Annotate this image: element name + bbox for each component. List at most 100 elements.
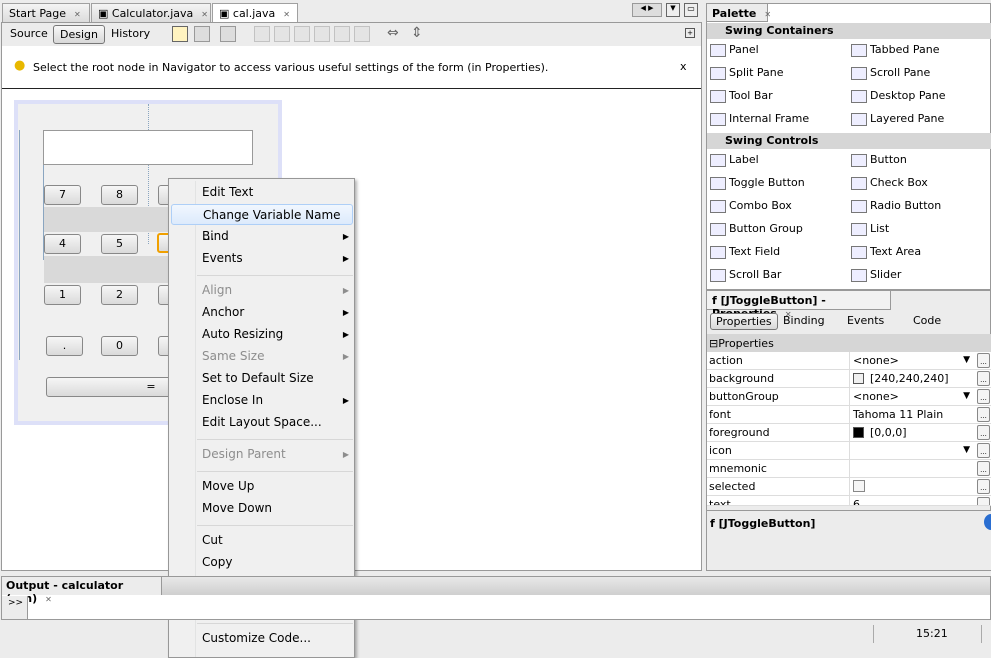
menu-item-set-to-default-size[interactable]: Set to Default Size: [171, 368, 353, 389]
dropdown-arrow-icon[interactable]: ▼: [963, 355, 970, 365]
property-row-icon[interactable]: icon ▼...: [707, 442, 991, 460]
palette-item-toggle-button[interactable]: Toggle Button: [707, 174, 805, 192]
palette-item-tabbed-pane[interactable]: Tabbed Pane: [848, 41, 939, 59]
palette-section-header[interactable]: Swing Containers: [707, 23, 991, 39]
resize-vertical-icon[interactable]: ⇕: [411, 25, 423, 41]
tab-cal-java[interactable]: ▣ cal.java ✕: [212, 3, 298, 22]
property-value[interactable]: [849, 478, 976, 495]
property-row-action[interactable]: action <none> ▼...: [707, 352, 991, 370]
selected-checkbox[interactable]: [853, 480, 865, 492]
property-value[interactable]: <none> ▼: [849, 388, 976, 405]
dropdown-arrow-icon[interactable]: ▼: [963, 445, 970, 455]
ellipsis-button[interactable]: ...: [977, 353, 990, 368]
menu-item-same-size[interactable]: Same Size ▶: [171, 346, 353, 367]
help-icon[interactable]: [984, 514, 991, 530]
property-value[interactable]: <none> ▼: [849, 352, 976, 369]
ellipsis-button[interactable]: ...: [977, 497, 990, 505]
menu-item-auto-resizing[interactable]: Auto Resizing ▶: [171, 324, 353, 345]
ellipsis-button[interactable]: ...: [977, 443, 990, 458]
display-textfield[interactable]: [43, 130, 253, 165]
selection-mode-icon[interactable]: [172, 26, 188, 42]
ellipsis-button[interactable]: ...: [977, 479, 990, 494]
tab-calculator-java[interactable]: ▣ Calculator.java ✕: [91, 3, 211, 22]
tab-start-page[interactable]: Start Page ✕: [2, 3, 90, 22]
palette-item-tool-bar[interactable]: Tool Bar: [707, 87, 773, 105]
palette-item-check-box[interactable]: Check Box: [848, 174, 928, 192]
palette-item-internal-frame[interactable]: Internal Frame: [707, 110, 809, 128]
resize-horizontal-icon[interactable]: ⇔: [387, 25, 399, 41]
palette-section-header[interactable]: Swing Controls: [707, 133, 991, 149]
palette-item-layered-pane[interactable]: Layered Pane: [848, 110, 944, 128]
properties-subtab-code[interactable]: Code: [908, 313, 946, 330]
palette-item-desktop-pane[interactable]: Desktop Pane: [848, 87, 945, 105]
properties-subtab-events[interactable]: Events: [842, 313, 889, 330]
palette-item-text-area[interactable]: Text Area: [848, 243, 921, 261]
connection-mode-icon[interactable]: [194, 26, 210, 42]
close-icon[interactable]: ✕: [764, 10, 771, 19]
output-tab[interactable]: Output - calculator (run)✕: [2, 577, 162, 605]
menu-item-anchor[interactable]: Anchor ▶: [171, 302, 353, 323]
property-row-buttongroup[interactable]: buttonGroup <none> ▼...: [707, 388, 991, 406]
expand-toolbar-button[interactable]: >>: [8, 598, 23, 608]
info-close-button[interactable]: x: [680, 60, 687, 73]
palette-item-scroll-pane[interactable]: Scroll Pane: [848, 64, 930, 82]
button-7[interactable]: 7: [44, 185, 81, 205]
properties-subtab-binding[interactable]: Binding: [778, 313, 830, 330]
menu-item-edit-text[interactable]: Edit Text: [171, 182, 353, 203]
menu-item-change-variable-name[interactable]: Change Variable Name ...: [171, 204, 353, 243]
ellipsis-button[interactable]: ...: [977, 425, 990, 440]
property-value[interactable]: Tahoma 11 Plain: [849, 406, 976, 423]
menu-item-customize-code[interactable]: Customize Code...: [171, 628, 353, 649]
property-row-foreground[interactable]: foreground [0,0,0]...: [707, 424, 991, 442]
menu-item-events[interactable]: Events ▶: [171, 248, 353, 269]
close-icon[interactable]: ✕: [74, 10, 81, 19]
menu-item-design-parent[interactable]: Design Parent ▶: [171, 444, 353, 465]
palette-item-scroll-bar[interactable]: Scroll Bar: [707, 266, 781, 284]
property-value[interactable]: [240,240,240]: [849, 370, 976, 387]
palette-item-button[interactable]: Button: [848, 151, 907, 169]
menu-item-bind[interactable]: Bind ▶: [171, 226, 353, 247]
property-row-selected[interactable]: selected...: [707, 478, 991, 496]
palette-item-text-field[interactable]: Text Field: [707, 243, 780, 261]
button-2[interactable]: 2: [101, 285, 138, 305]
properties-tab[interactable]: f [JToggleButton] - Properties✕: [706, 290, 891, 320]
palette-item-split-pane[interactable]: Split Pane: [707, 64, 784, 82]
button-1[interactable]: 1: [44, 285, 81, 305]
palette-item-combo-box[interactable]: Combo Box: [707, 197, 792, 215]
palette-item-list[interactable]: List: [848, 220, 889, 238]
property-row-background[interactable]: background [240,240,240]...: [707, 370, 991, 388]
scroll-tabs-button[interactable]: ◀ ▶: [632, 3, 662, 17]
palette-item-button-group[interactable]: Button Group: [707, 220, 803, 238]
ellipsis-button[interactable]: ...: [977, 461, 990, 476]
button-4[interactable]: 4: [44, 234, 81, 254]
property-value[interactable]: [0,0,0]: [849, 424, 976, 441]
ellipsis-button[interactable]: ...: [977, 371, 990, 386]
palette-item-panel[interactable]: Panel: [707, 41, 759, 59]
property-value[interactable]: [849, 460, 976, 477]
property-row-text[interactable]: text 6...: [707, 496, 991, 506]
ellipsis-button[interactable]: ...: [977, 389, 990, 404]
property-row-font[interactable]: font Tahoma 11 Plain...: [707, 406, 991, 424]
history-button[interactable]: History: [105, 25, 156, 44]
design-button[interactable]: Design: [53, 25, 105, 44]
tab-list-button[interactable]: ▼: [666, 3, 680, 17]
button-8[interactable]: 8: [101, 185, 138, 205]
close-icon[interactable]: ✕: [283, 10, 290, 19]
palette-tab[interactable]: Palette ✕: [706, 3, 771, 22]
maximize-button[interactable]: ▭: [684, 3, 698, 17]
close-icon[interactable]: ✕: [45, 595, 52, 604]
palette-item-slider[interactable]: Slider: [848, 266, 901, 284]
palette-item-label[interactable]: Label: [707, 151, 759, 169]
menu-item-copy[interactable]: Copy: [171, 552, 353, 573]
properties-subtab-properties[interactable]: Properties: [710, 313, 778, 330]
menu-item-edit-layout-space[interactable]: Edit Layout Space...: [171, 412, 353, 433]
ellipsis-button[interactable]: ...: [977, 407, 990, 422]
property-value[interactable]: ▼: [849, 442, 976, 459]
menu-item-cut[interactable]: Cut: [171, 530, 353, 551]
property-row-mnemonic[interactable]: mnemonic...: [707, 460, 991, 478]
close-icon[interactable]: ✕: [201, 10, 208, 19]
button-0[interactable]: 0: [101, 336, 138, 356]
property-value[interactable]: 6: [849, 496, 976, 505]
menu-item-move-down[interactable]: Move Down: [171, 498, 353, 519]
source-button[interactable]: Source: [4, 25, 54, 44]
